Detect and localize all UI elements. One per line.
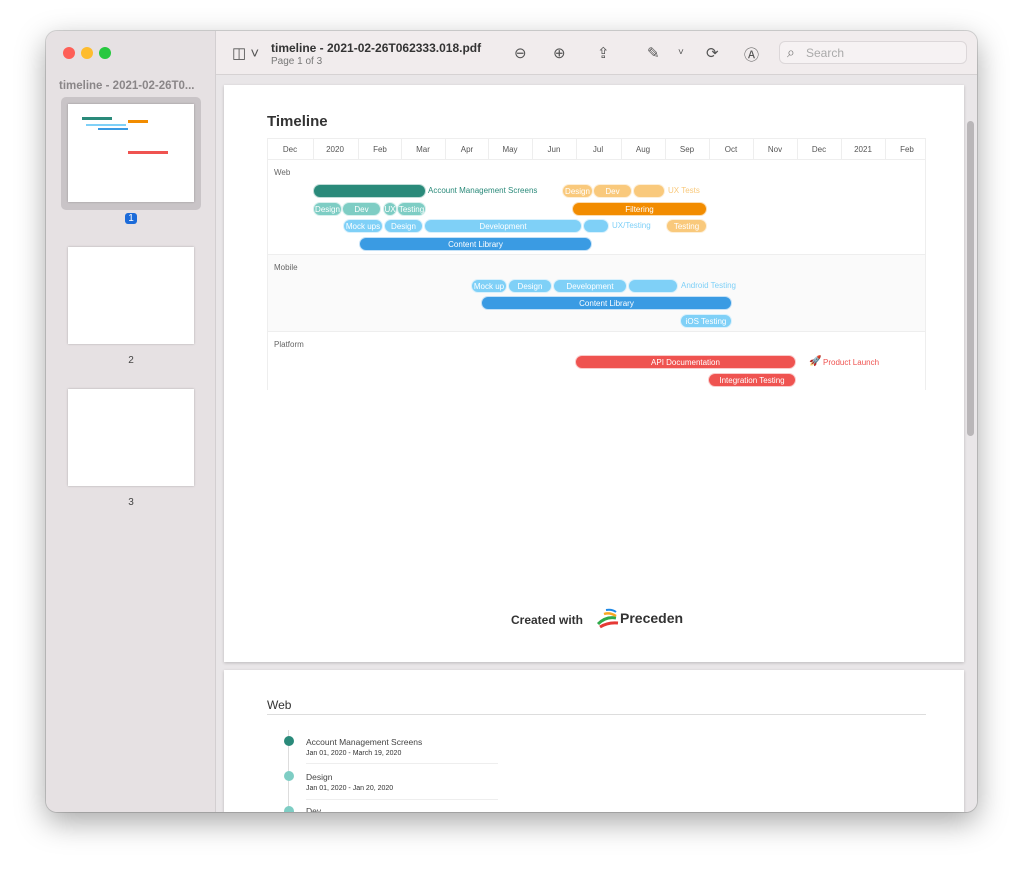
gantt-bar[interactable]: Mock up	[471, 279, 507, 293]
gantt-bar[interactable]: iOS Testing	[680, 314, 732, 328]
chevron-down-icon[interactable]: ˅	[678, 47, 684, 58]
gantt-bar[interactable]: Development	[553, 279, 627, 293]
toolbar: ◫ ˅ timeline - 2021-02-26T062333.018.pdf…	[216, 31, 977, 75]
item-dot	[284, 806, 294, 812]
section-label: Web	[274, 168, 291, 177]
page-indicator: Page 1 of 3	[271, 56, 323, 67]
list-item-dates: Jan 01, 2020 - March 19, 2020	[306, 750, 402, 757]
gantt-bar[interactable]: Development	[424, 219, 582, 233]
gantt-bar[interactable]: UX	[383, 202, 397, 216]
search-icon: ⌕	[787, 44, 795, 60]
month-label: Dec	[811, 145, 827, 154]
gantt-bar[interactable]	[583, 219, 609, 233]
gantt-bar[interactable]: Design	[508, 279, 552, 293]
month-label: Feb	[900, 145, 914, 154]
month-label: May	[502, 145, 518, 154]
bar-label: Product Launch	[823, 358, 880, 367]
list-item-title: Account Management Screens	[306, 737, 423, 747]
month-label: 2021	[854, 145, 872, 154]
list-item-title: Design	[306, 772, 333, 782]
zoom-out-icon[interactable]: ⊖	[514, 44, 527, 62]
month-label: 2020	[326, 145, 344, 154]
section-label: Mobile	[274, 263, 298, 272]
gantt-bar[interactable]: Design	[562, 184, 593, 198]
gantt-bar[interactable]: Design	[313, 202, 342, 216]
page-thumbnail-1[interactable]	[68, 104, 194, 202]
month-label: Jun	[547, 145, 561, 154]
month-label: Feb	[373, 145, 387, 154]
share-icon[interactable]: ⇪	[597, 44, 610, 62]
gantt-grid: Dec 2020 Feb Mar Apr May Jun Jul Aug Sep Oct Nov Dec…	[267, 138, 926, 391]
month-label: Jul	[592, 145, 604, 154]
gantt-bar[interactable]: Integration Testing	[708, 373, 796, 387]
gantt-bar[interactable]	[313, 184, 426, 198]
section-heading: Web	[267, 698, 292, 712]
month-label: Apr	[460, 145, 474, 154]
bar-label: Account Management Screens	[428, 186, 538, 195]
thumbnail-sidebar: timeline - 2021-02-26T0... 1 2 3	[46, 31, 216, 812]
preceden-logo-icon	[596, 608, 619, 629]
page-number-1: 1	[125, 213, 137, 224]
gantt-bar[interactable]: Content Library	[359, 237, 592, 251]
scrollbar[interactable]	[967, 121, 974, 436]
gantt-bar[interactable]	[628, 279, 678, 293]
timeline-title: Timeline	[267, 113, 328, 130]
item-dot	[284, 736, 294, 746]
month-label: Aug	[635, 145, 651, 154]
bar-label: UX Tests	[668, 186, 700, 195]
bar-label: UX/Testing	[612, 221, 651, 230]
gantt-bar[interactable]: API Documentation	[575, 355, 796, 369]
rotate-icon[interactable]: ⟳	[706, 44, 719, 62]
gantt-bar[interactable]: Testing	[397, 202, 426, 216]
gantt-bar[interactable]: Dev	[342, 202, 381, 216]
search-input[interactable]: ⌕ Search	[779, 41, 967, 64]
gantt-bar[interactable]: Testing	[666, 219, 707, 233]
gantt-bar[interactable]: Filtering	[572, 202, 707, 216]
page-thumbnail-2[interactable]	[68, 247, 194, 344]
zoom-button[interactable]	[99, 47, 111, 59]
rocket-icon: 🚀	[809, 356, 822, 367]
page-thumbnail-3[interactable]	[68, 389, 194, 486]
month-label: Oct	[724, 145, 738, 154]
sidebar-toggle-icon[interactable]: ◫ ˅	[232, 44, 259, 62]
gantt-bar[interactable]: Content Library	[481, 296, 732, 310]
section-label: Platform	[274, 340, 304, 349]
gantt-bar[interactable]	[633, 184, 665, 198]
page-number-3: 3	[128, 497, 134, 508]
credit-text: Created with	[511, 613, 584, 627]
bar-label: Android Testing	[681, 281, 736, 290]
gantt-bar[interactable]: Design	[384, 219, 423, 233]
month-label: Nov	[767, 145, 783, 154]
zoom-in-icon[interactable]: ⊕	[553, 44, 566, 62]
close-button[interactable]	[63, 47, 75, 59]
markup-pen-icon[interactable]: ✎	[647, 44, 660, 62]
list-item-title: Dev	[306, 806, 322, 812]
month-label: Dec	[282, 145, 298, 154]
gantt-bar[interactable]: Dev	[593, 184, 632, 198]
list-item-dates: Jan 01, 2020 - Jan 20, 2020	[306, 785, 394, 792]
item-dot	[284, 771, 294, 781]
minimize-button[interactable]	[81, 47, 93, 59]
annotate-icon[interactable]: Ⓐ	[744, 44, 759, 65]
month-label: Sep	[679, 145, 695, 154]
page-number-2: 2	[128, 355, 134, 366]
document-title: timeline - 2021-02-26T062333.018.pdf	[271, 41, 482, 55]
month-label: Mar	[416, 145, 430, 154]
sidebar-title: timeline - 2021-02-26T0...	[59, 80, 195, 92]
brand-name: Preceden	[620, 610, 684, 626]
gantt-bar[interactable]: Mock ups	[343, 219, 383, 233]
